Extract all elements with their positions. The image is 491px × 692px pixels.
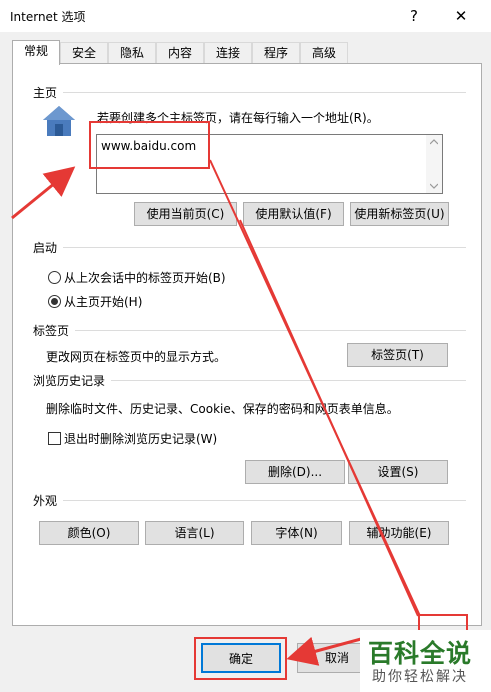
arrow-connector-line-2 [239,219,419,617]
watermark-subtitle: 助你轻松解决 [372,669,468,685]
tab-general[interactable]: 常规 [12,40,60,65]
arrow-to-url-box [11,166,76,220]
annotation-arrows [11,159,421,666]
watermark-badge: 百科全说 助你轻松解决 [360,630,491,692]
watermark-title: 百科全说 [368,639,473,668]
